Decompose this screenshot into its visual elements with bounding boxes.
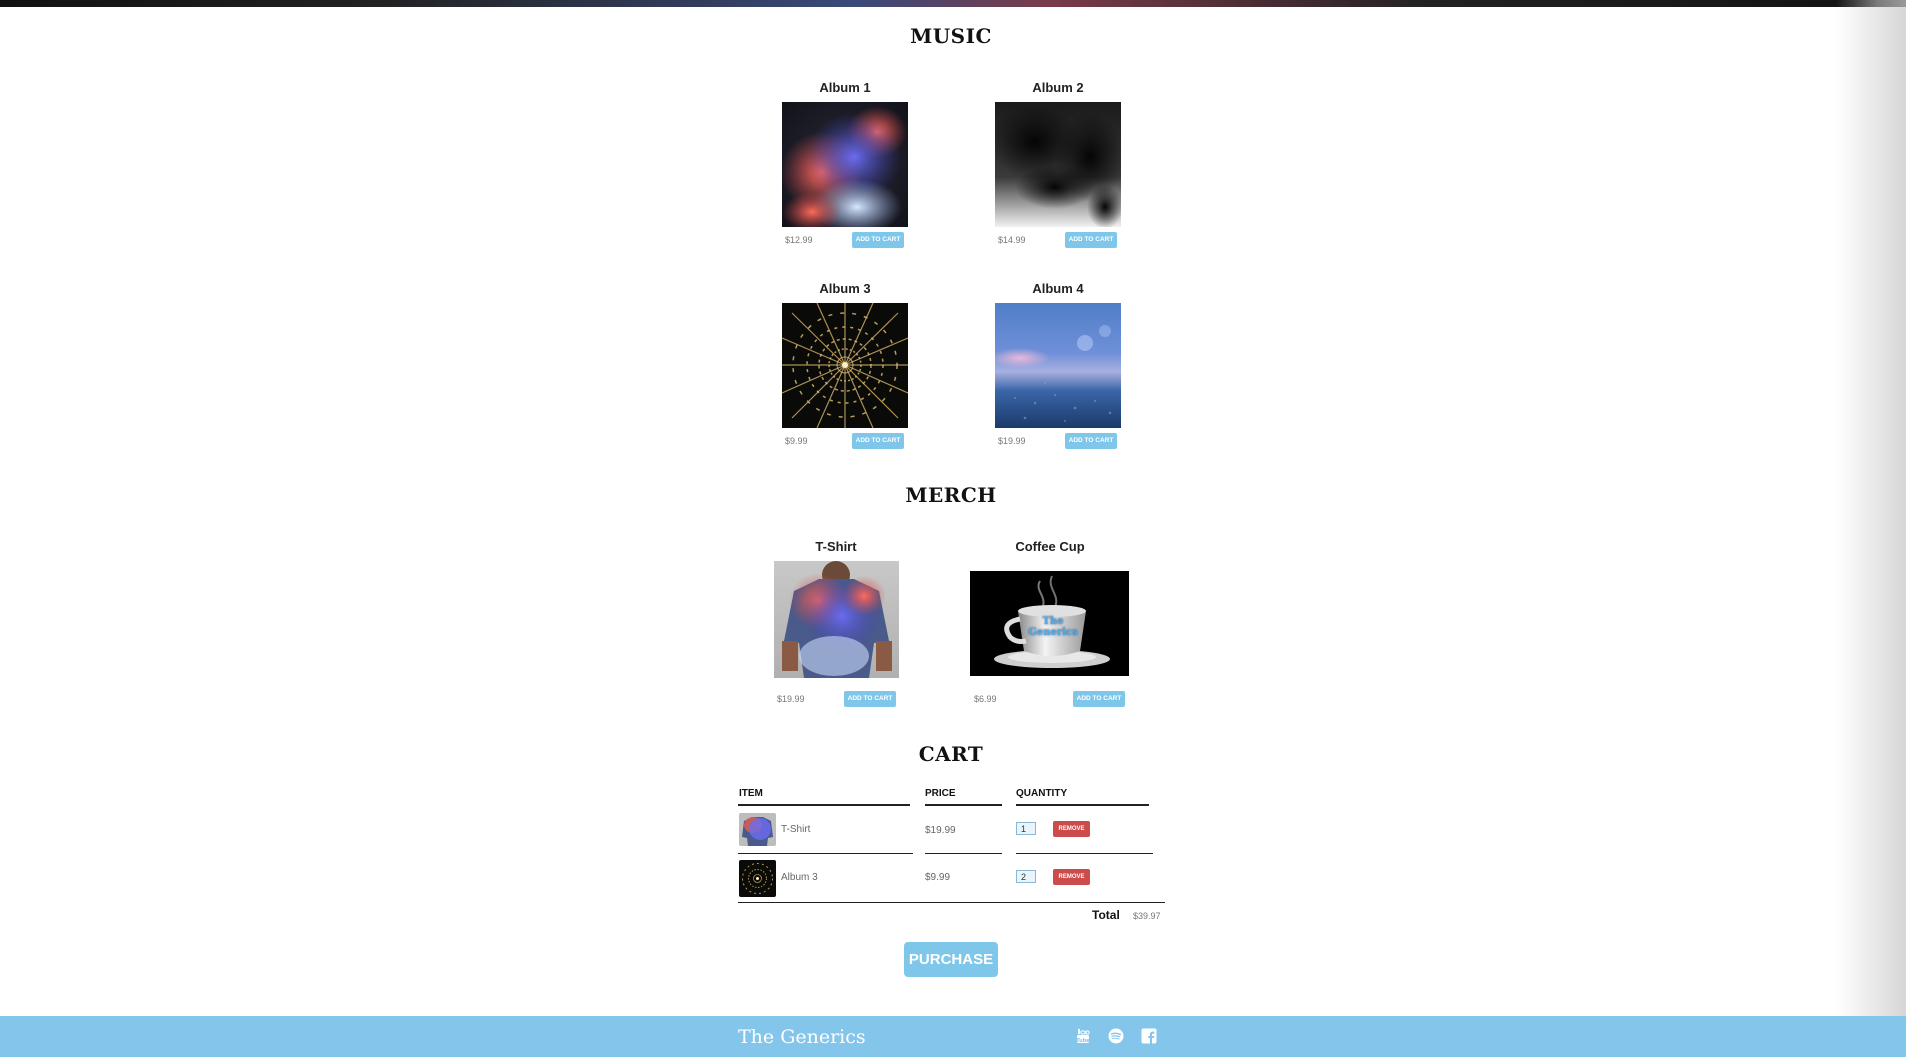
cart-total-divider bbox=[738, 902, 1165, 903]
footer-band-name: The Generics bbox=[738, 1026, 866, 1048]
cart-row-2-price: $9.99 bbox=[925, 872, 951, 883]
cart-row-1-divider-quantity bbox=[1016, 853, 1153, 854]
album-2-add-to-cart-button[interactable]: ADD TO CART bbox=[1065, 232, 1117, 248]
purchase-button[interactable]: PURCHASE bbox=[904, 942, 998, 977]
album-3-add-to-cart-button[interactable]: ADD TO CART bbox=[852, 433, 904, 449]
album-1-add-to-cart-button[interactable]: ADD TO CART bbox=[852, 232, 904, 248]
album-1-title: Album 1 bbox=[819, 80, 871, 95]
album-2-image[interactable] bbox=[995, 102, 1121, 227]
coffee-cup-image[interactable]: The Generics bbox=[970, 571, 1129, 676]
coffee-cup-price: $6.99 bbox=[974, 694, 997, 704]
album-4-image[interactable] bbox=[995, 303, 1121, 428]
cart-header-quantity: QUANTITY bbox=[1016, 788, 1068, 799]
top-header-strip bbox=[0, 0, 1906, 7]
cart-row-2-thumbnail bbox=[739, 860, 776, 897]
album-2-title: Album 2 bbox=[1032, 80, 1084, 95]
music-section-title: MUSIC bbox=[910, 24, 992, 48]
cart-row-1-remove-button[interactable]: REMOVE bbox=[1053, 821, 1090, 837]
page-edge-shadow bbox=[1836, 0, 1906, 1016]
cart-row-2-item-name: Album 3 bbox=[781, 872, 818, 883]
cart-row-1-price: $19.99 bbox=[925, 825, 956, 836]
cart-header-price: PRICE bbox=[925, 788, 956, 799]
spotify-icon[interactable] bbox=[1108, 1028, 1124, 1044]
cart-header-divider-price bbox=[925, 804, 1002, 806]
coffee-cup-add-to-cart-button[interactable]: ADD TO CART bbox=[1073, 691, 1125, 707]
coffee-cup-title: Coffee Cup bbox=[1015, 539, 1085, 554]
tshirt-title: T-Shirt bbox=[815, 539, 857, 554]
album-3-image[interactable] bbox=[782, 303, 908, 428]
album-4-title: Album 4 bbox=[1032, 281, 1084, 296]
album-4-price: $19.99 bbox=[998, 436, 1026, 446]
album-2-price: $14.99 bbox=[998, 235, 1026, 245]
cart-row-2-quantity-input[interactable]: 2 bbox=[1016, 870, 1036, 883]
cart-header-item: ITEM bbox=[739, 788, 763, 799]
cart-header-divider-item bbox=[738, 804, 910, 806]
cart-row-1-quantity-input[interactable]: 1 bbox=[1016, 822, 1036, 835]
svg-text:Tube: Tube bbox=[1076, 1038, 1090, 1044]
cart-header-divider-quantity bbox=[1016, 804, 1149, 806]
coffee-cup-logo: The Generics bbox=[1028, 616, 1078, 638]
cart-row-1-thumbnail bbox=[739, 813, 776, 846]
merch-section-title: MERCH bbox=[905, 483, 997, 507]
album-3-price: $9.99 bbox=[785, 436, 808, 446]
album-1-image[interactable] bbox=[782, 102, 908, 227]
album-4-add-to-cart-button[interactable]: ADD TO CART bbox=[1065, 433, 1117, 449]
youtube-icon[interactable]: Tube bbox=[1075, 1028, 1091, 1044]
tshirt-image[interactable] bbox=[774, 561, 899, 678]
cart-row-1-divider-price bbox=[925, 853, 1002, 854]
album-1-price: $12.99 bbox=[785, 235, 813, 245]
footer: The Generics Tube bbox=[0, 1016, 1906, 1057]
cart-row-1-divider-item bbox=[738, 853, 913, 854]
cart-total-label: Total bbox=[1092, 908, 1120, 922]
album-3-title: Album 3 bbox=[819, 281, 871, 296]
tshirt-price: $19.99 bbox=[777, 694, 805, 704]
tshirt-add-to-cart-button[interactable]: ADD TO CART bbox=[844, 691, 896, 707]
cart-section-title: CART bbox=[918, 742, 984, 766]
facebook-icon[interactable] bbox=[1141, 1028, 1157, 1044]
cart-row-1-item-name: T-Shirt bbox=[781, 824, 811, 835]
cart-row-2-remove-button[interactable]: REMOVE bbox=[1053, 869, 1090, 885]
cart-total-value: $39.97 bbox=[1133, 911, 1161, 921]
